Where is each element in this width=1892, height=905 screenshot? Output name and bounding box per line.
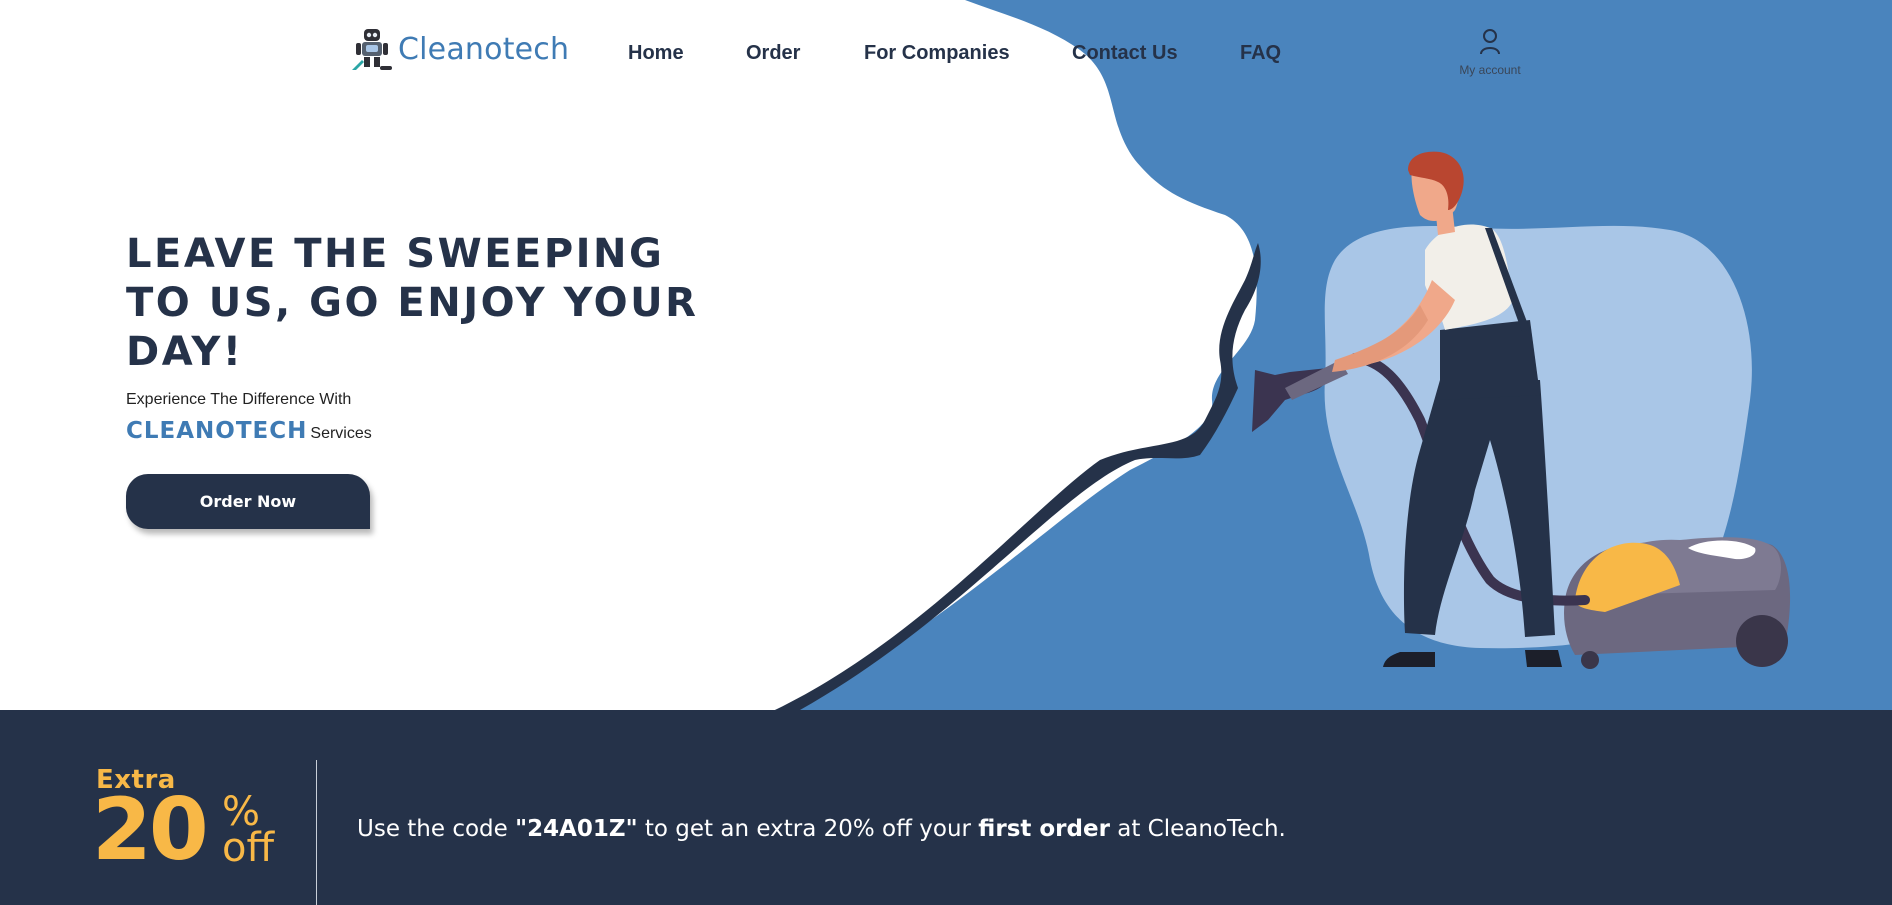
hero-services-text: Services xyxy=(310,425,372,442)
top-navigation: Cleanotech Home Order For Companies Cont… xyxy=(0,0,1892,110)
nav-for-companies[interactable]: For Companies xyxy=(864,42,1010,65)
nav-home[interactable]: Home xyxy=(628,42,684,65)
promo-message: Use the code "24A01Z" to get an extra 20… xyxy=(357,816,1286,842)
promo-code: "24A01Z" xyxy=(515,816,638,842)
order-now-button[interactable]: Order Now xyxy=(126,474,370,529)
nav-contact-us[interactable]: Contact Us xyxy=(1072,42,1178,65)
promo-text-part-3: at CleanoTech. xyxy=(1109,816,1286,842)
promo-text-part-1: Use the code xyxy=(357,816,516,842)
user-icon xyxy=(1480,29,1500,55)
hero-brand-name: CLEANOTECH xyxy=(126,418,308,444)
robot-logo-icon xyxy=(352,29,392,70)
man-overalls-bib xyxy=(1440,320,1540,400)
promo-off-label: off xyxy=(222,825,275,871)
vacuum-wheel-big xyxy=(1736,615,1788,667)
promo-emphasis: first order xyxy=(978,816,1110,842)
my-account-label: My account xyxy=(1459,63,1521,77)
hero-section: Cleanotech Home Order For Companies Cont… xyxy=(0,0,1892,710)
brand-name: Cleanotech xyxy=(398,31,570,67)
promo-discount-number: 20 xyxy=(92,780,209,880)
hero-subtitle: Experience The Difference With xyxy=(126,391,352,408)
brand-logo[interactable]: Cleanotech xyxy=(350,26,569,72)
promo-divider xyxy=(316,760,317,905)
promo-banner: Extra 20 % off Use the code "24A01Z" to … xyxy=(0,710,1892,905)
nav-faq[interactable]: FAQ xyxy=(1240,42,1281,65)
my-account-button[interactable]: My account xyxy=(1450,28,1530,77)
nav-order[interactable]: Order xyxy=(746,42,800,65)
hero-headline: LEAVE THE SWEEPING TO US, GO ENJOY YOUR … xyxy=(126,231,699,375)
promo-text-part-2: to get an extra 20% off your xyxy=(637,816,979,842)
vacuum-wheel-small xyxy=(1581,651,1599,669)
hero-brand-line: CLEANOTECH Services xyxy=(126,418,372,444)
man-shoe-right xyxy=(1525,650,1562,667)
